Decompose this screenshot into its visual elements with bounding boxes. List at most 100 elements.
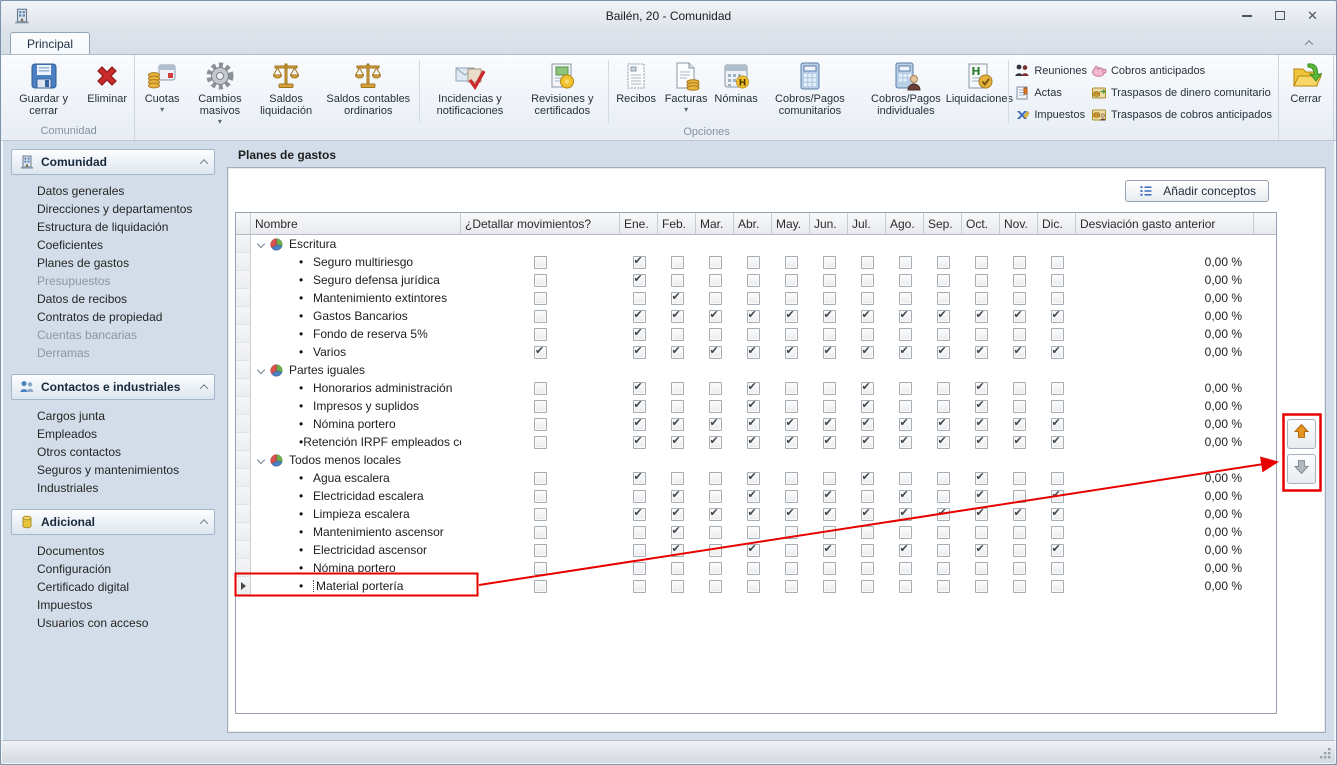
move-down-button[interactable] xyxy=(1287,454,1316,484)
month-checkbox-abr[interactable] xyxy=(747,526,760,539)
cuotas-button[interactable]: Cuotas▾ xyxy=(137,57,187,126)
month-checkbox-jun[interactable] xyxy=(823,310,836,323)
month-checkbox-oct[interactable] xyxy=(975,274,988,287)
sidebar-item-cargos-junta[interactable]: Cargos junta xyxy=(11,407,215,425)
month-checkbox-sep[interactable] xyxy=(937,346,950,359)
traspasos-de-cobros-anticipados-button[interactable]: Traspasos de cobros anticipados xyxy=(1091,106,1272,124)
month-checkbox-dic[interactable] xyxy=(1051,418,1064,431)
month-checkbox-mar[interactable] xyxy=(709,346,722,359)
month-checkbox-ene[interactable] xyxy=(633,310,646,323)
month-checkbox-may[interactable] xyxy=(785,472,798,485)
month-checkbox-sep[interactable] xyxy=(937,400,950,413)
column-header-abr[interactable]: Abr. xyxy=(734,213,772,234)
table-row-electricidad-escalera[interactable]: •Electricidad escalera0,00 % xyxy=(236,487,1276,505)
month-checkbox-oct[interactable] xyxy=(975,292,988,305)
detallar-checkbox[interactable] xyxy=(534,418,547,431)
month-checkbox-jul[interactable] xyxy=(861,346,874,359)
detallar-checkbox[interactable] xyxy=(534,436,547,449)
month-checkbox-dic[interactable] xyxy=(1051,508,1064,521)
table-row-seguro-multiriesgo[interactable]: •Seguro multiriesgo0,00 % xyxy=(236,253,1276,271)
sidebar-item-direcciones-y-departamentos[interactable]: Direcciones y departamentos xyxy=(11,200,215,218)
table-row-varios[interactable]: •Varios0,00 % xyxy=(236,343,1276,361)
month-checkbox-dic[interactable] xyxy=(1051,274,1064,287)
column-header-ene[interactable]: Ene. xyxy=(620,213,658,234)
month-checkbox-jul[interactable] xyxy=(861,436,874,449)
guardar-y-cerrar-button[interactable]: Guardar y cerrar xyxy=(5,57,82,125)
sidebar-item-seguros-y-mantenimientos[interactable]: Seguros y mantenimientos xyxy=(11,461,215,479)
month-checkbox-jun[interactable] xyxy=(823,544,836,557)
sidebar-item-impuestos[interactable]: Impuestos xyxy=(11,596,215,614)
table-row-electricidad-ascensor[interactable]: •Electricidad ascensor0,00 % xyxy=(236,541,1276,559)
month-checkbox-sep[interactable] xyxy=(937,580,950,593)
month-checkbox-ene[interactable] xyxy=(633,508,646,521)
detallar-checkbox[interactable] xyxy=(534,274,547,287)
month-checkbox-ene[interactable] xyxy=(633,472,646,485)
table-row-limpieza-escalera[interactable]: •Limpieza escalera0,00 % xyxy=(236,505,1276,523)
sidebar-item-industriales[interactable]: Industriales xyxy=(11,479,215,497)
month-checkbox-nov[interactable] xyxy=(1013,418,1026,431)
month-checkbox-jun[interactable] xyxy=(823,274,836,287)
chevron-down-icon[interactable] xyxy=(257,456,265,464)
cobros-anticipados-button[interactable]: Cobros anticipados xyxy=(1091,62,1272,80)
month-checkbox-feb[interactable] xyxy=(671,292,684,305)
month-checkbox-nov[interactable] xyxy=(1013,472,1026,485)
month-checkbox-dic[interactable] xyxy=(1051,328,1064,341)
month-checkbox-abr[interactable] xyxy=(747,508,760,521)
month-checkbox-may[interactable] xyxy=(785,436,798,449)
month-checkbox-mar[interactable] xyxy=(709,580,722,593)
month-checkbox-mar[interactable] xyxy=(709,508,722,521)
month-checkbox-jul[interactable] xyxy=(861,418,874,431)
close-button[interactable]: ✕ xyxy=(1299,7,1326,24)
month-checkbox-sep[interactable] xyxy=(937,292,950,305)
month-checkbox-jul[interactable] xyxy=(861,472,874,485)
month-checkbox-mar[interactable] xyxy=(709,328,722,341)
month-checkbox-feb[interactable] xyxy=(671,472,684,485)
month-checkbox-dic[interactable] xyxy=(1051,526,1064,539)
month-checkbox-oct[interactable] xyxy=(975,580,988,593)
month-checkbox-jul[interactable] xyxy=(861,310,874,323)
month-checkbox-nov[interactable] xyxy=(1013,328,1026,341)
group-row-escritura[interactable]: Escritura xyxy=(236,235,1276,253)
move-up-button[interactable] xyxy=(1287,419,1316,449)
eliminar-button[interactable]: Eliminar xyxy=(82,57,132,125)
month-checkbox-mar[interactable] xyxy=(709,418,722,431)
month-checkbox-may[interactable] xyxy=(785,544,798,557)
month-checkbox-feb[interactable] xyxy=(671,346,684,359)
month-checkbox-jul[interactable] xyxy=(861,562,874,575)
incidencias-y-notificaciones-button[interactable]: Incidencias y notificaciones xyxy=(422,57,518,126)
table-row-honorarios-administracion[interactable]: •Honorarios administración0,00 % xyxy=(236,379,1276,397)
month-checkbox-ago[interactable] xyxy=(899,382,912,395)
month-checkbox-oct[interactable] xyxy=(975,562,988,575)
month-checkbox-abr[interactable] xyxy=(747,562,760,575)
month-checkbox-ene[interactable] xyxy=(633,346,646,359)
month-checkbox-ene[interactable] xyxy=(633,436,646,449)
month-checkbox-jun[interactable] xyxy=(823,328,836,341)
sidebar-item-certificado-digital[interactable]: Certificado digital xyxy=(11,578,215,596)
liquidaciones-button[interactable]: HLiquidaciones xyxy=(953,57,1006,126)
detallar-checkbox[interactable] xyxy=(534,526,547,539)
month-checkbox-may[interactable] xyxy=(785,310,798,323)
detallar-checkbox[interactable] xyxy=(534,544,547,557)
row-selector[interactable] xyxy=(236,433,251,451)
sidebar-item-coeficientes[interactable]: Coeficientes xyxy=(11,236,215,254)
month-checkbox-jun[interactable] xyxy=(823,400,836,413)
month-checkbox-oct[interactable] xyxy=(975,346,988,359)
sidebar-item-datos-generales[interactable]: Datos generales xyxy=(11,182,215,200)
month-checkbox-jun[interactable] xyxy=(823,562,836,575)
month-checkbox-ene[interactable] xyxy=(633,562,646,575)
month-checkbox-jul[interactable] xyxy=(861,490,874,503)
month-checkbox-ago[interactable] xyxy=(899,580,912,593)
row-selector[interactable] xyxy=(236,559,251,577)
month-checkbox-jul[interactable] xyxy=(861,382,874,395)
month-checkbox-jul[interactable] xyxy=(861,274,874,287)
actas-button[interactable]: Actas xyxy=(1014,84,1087,102)
row-selector[interactable] xyxy=(236,505,251,523)
column-header-oct[interactable]: Oct. xyxy=(962,213,1000,234)
month-checkbox-sep[interactable] xyxy=(937,256,950,269)
month-checkbox-mar[interactable] xyxy=(709,490,722,503)
month-checkbox-oct[interactable] xyxy=(975,382,988,395)
column-header-detallar[interactable]: ¿Detallar movimientos? xyxy=(461,213,620,234)
month-checkbox-dic[interactable] xyxy=(1051,382,1064,395)
month-checkbox-abr[interactable] xyxy=(747,418,760,431)
month-checkbox-abr[interactable] xyxy=(747,346,760,359)
